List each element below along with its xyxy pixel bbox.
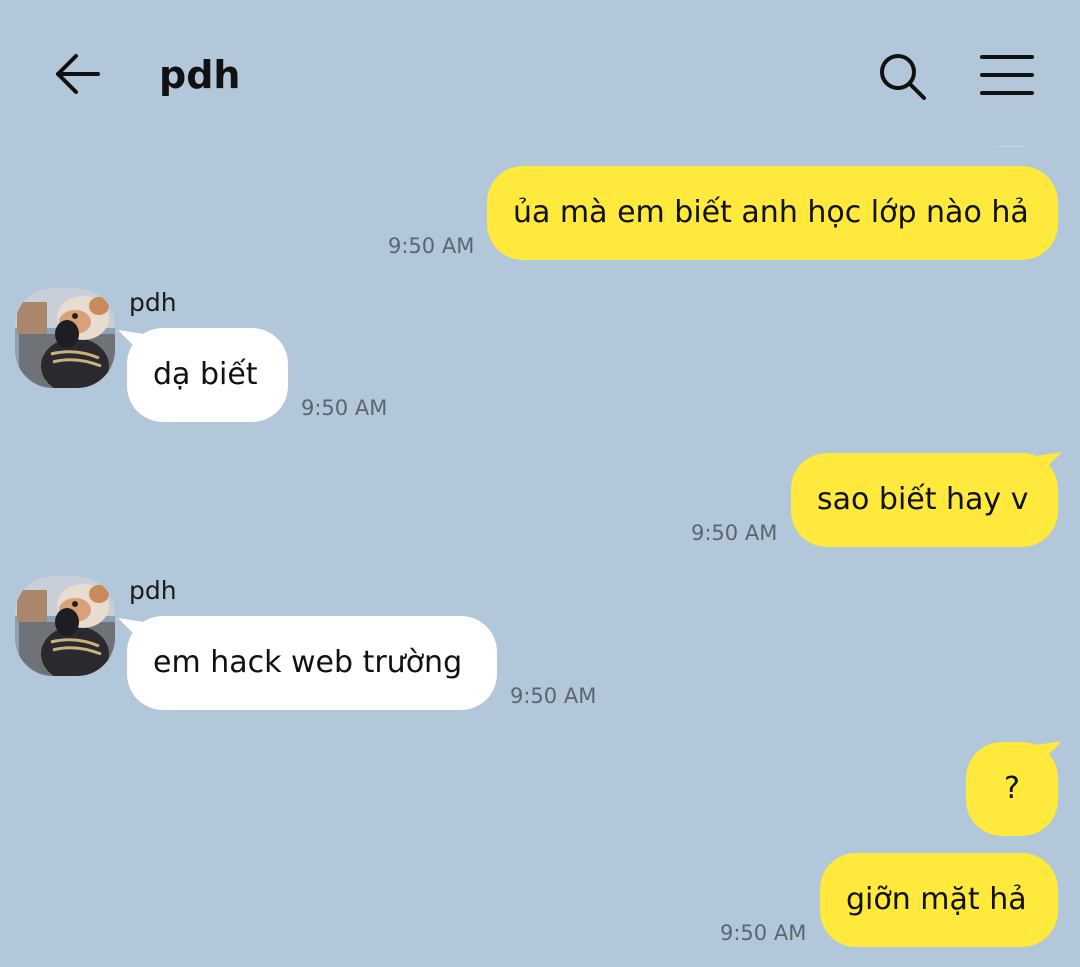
their-message-bubble[interactable]: em hack web trường: [127, 616, 497, 710]
my-message-bubble[interactable]: ?: [966, 742, 1058, 836]
hamburger-menu-icon: [980, 55, 1034, 95]
chat-header: pdh: [0, 0, 1080, 150]
message-time: 9:50 AM: [691, 521, 778, 545]
avatar[interactable]: [15, 288, 115, 388]
divider: [996, 146, 1024, 147]
menu-button[interactable]: [978, 50, 1036, 100]
their-message-bubble[interactable]: dạ biết: [127, 328, 288, 422]
message-time: 9:50 AM: [301, 396, 388, 420]
search-icon: [880, 54, 926, 100]
avatar-photo: [15, 576, 115, 676]
my-message-bubble[interactable]: ủa mà em biết anh học lớp nào hả: [487, 166, 1058, 260]
my-message-bubble[interactable]: sao biết hay v: [791, 453, 1058, 547]
sender-name: pdh: [129, 576, 177, 605]
arrow-left-icon: [56, 54, 100, 94]
message-time: 9:50 AM: [510, 684, 597, 708]
avatar-photo: [15, 288, 115, 388]
avatar[interactable]: [15, 576, 115, 676]
message-time: 9:50 AM: [720, 921, 807, 945]
sender-name: pdh: [129, 288, 177, 317]
my-message-bubble[interactable]: giỡn mặt hả: [820, 853, 1058, 947]
chat-title: pdh: [159, 53, 241, 97]
message-time: 9:50 AM: [388, 234, 475, 258]
search-button[interactable]: [874, 48, 930, 104]
back-button[interactable]: [50, 48, 106, 100]
